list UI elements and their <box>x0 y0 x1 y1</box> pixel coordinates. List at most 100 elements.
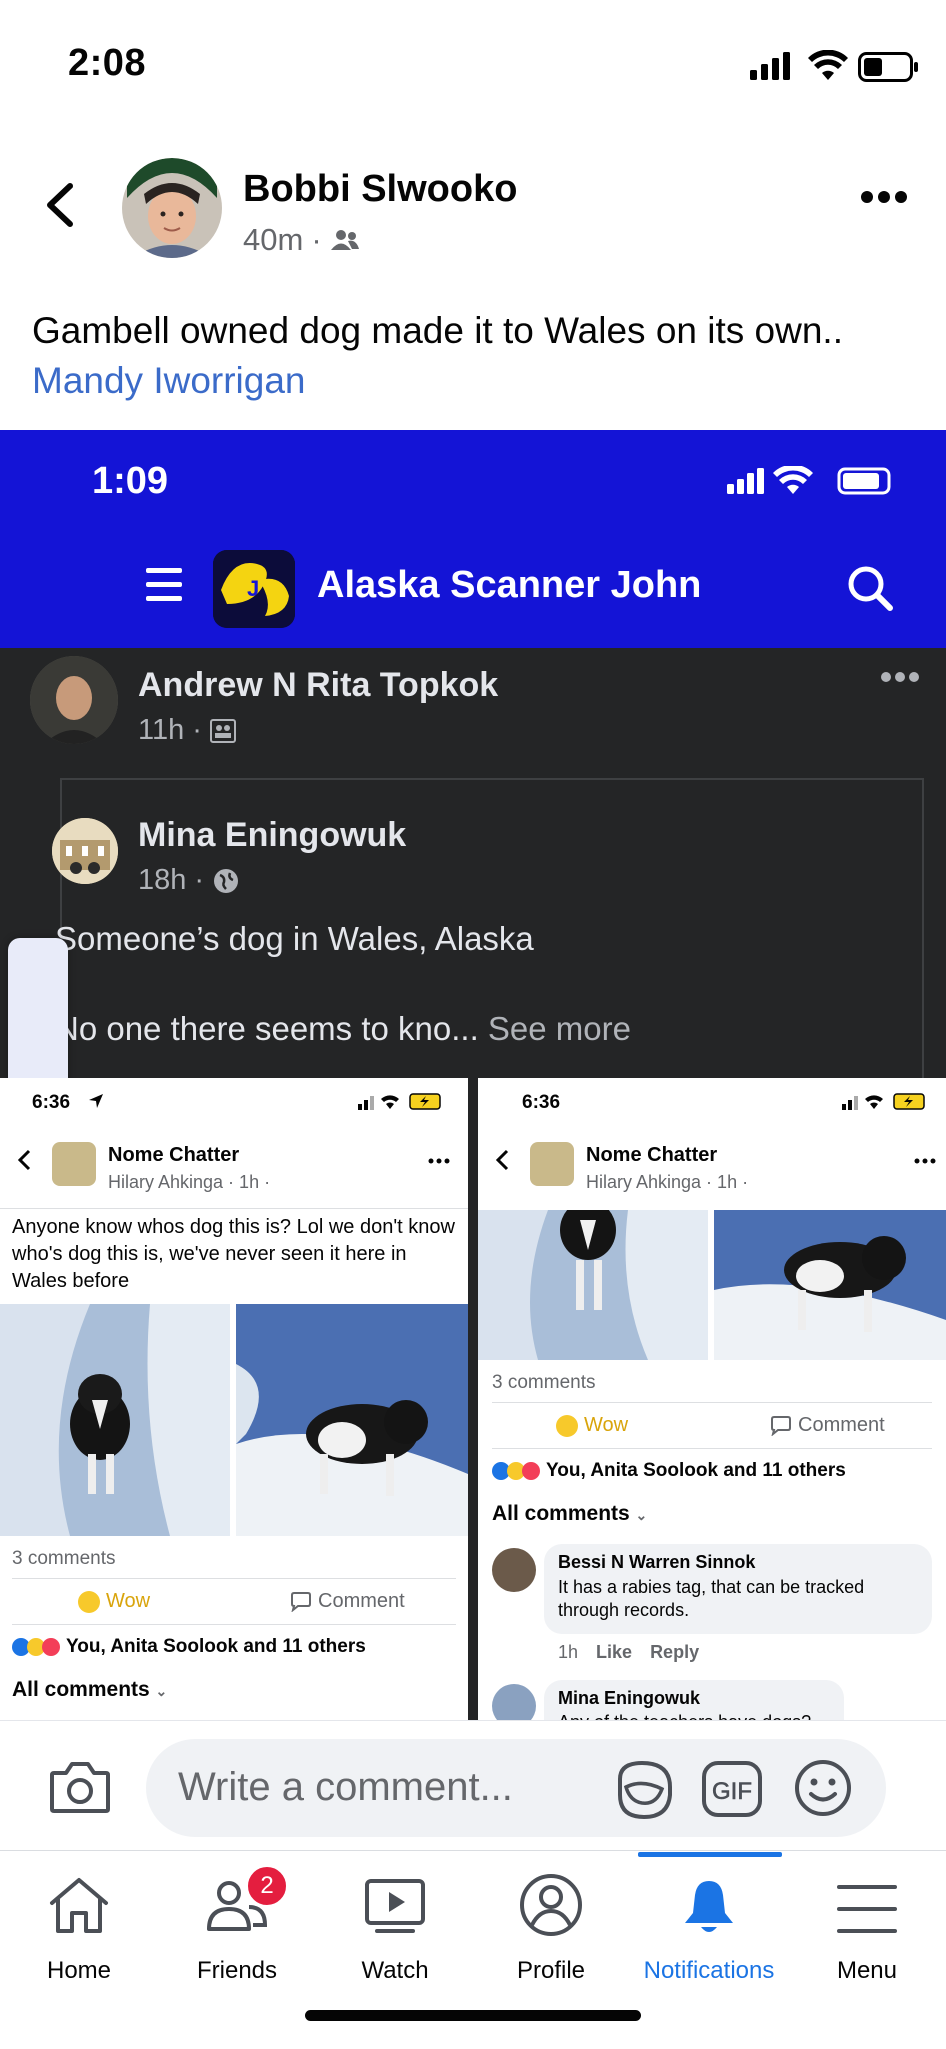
group-logo: J <box>213 550 295 628</box>
meta-separator: · <box>194 864 205 896</box>
wow-label: Wow <box>584 1414 629 1436</box>
camera-button[interactable] <box>48 1759 112 1820</box>
back-button[interactable] <box>40 180 80 230</box>
left-back-icon <box>17 1149 31 1171</box>
tab-friends[interactable]: 2 Friends <box>158 1851 316 2001</box>
left-status-icons <box>358 1093 441 1110</box>
more-options-button[interactable] <box>860 190 908 210</box>
comment-input[interactable]: Write a comment... GIF <box>146 1739 886 1837</box>
original-author-avatar <box>52 818 118 884</box>
commenter-name-2: Mina Eningowuk <box>558 1688 700 1708</box>
poster-avatar[interactable] <box>122 158 222 258</box>
commenter-avatar-2 <box>492 1684 536 1720</box>
status-time: 2:08 <box>68 42 147 84</box>
gif-button[interactable]: GIF <box>702 1761 762 1822</box>
see-more-link: See more <box>487 1010 631 1047</box>
comment-bubble-icon <box>771 1415 791 1436</box>
tab-label: Home <box>46 1957 112 1984</box>
left-reactions-row: You, Anita Soolook and 11 others <box>12 1636 366 1658</box>
comment-placeholder: Write a comment... <box>178 1765 513 1809</box>
smiley-icon <box>795 1760 851 1816</box>
sharer-meta: 11h · <box>138 714 236 747</box>
post-time[interactable]: 40m <box>243 222 303 258</box>
right-status-time: 6:36 <box>522 1092 561 1113</box>
tagged-user-link[interactable]: Mandy Iworrigan <box>32 356 922 406</box>
sharer-avatar <box>30 656 118 744</box>
left-comment-button: Comment <box>290 1590 405 1613</box>
right-reactions-row: You, Anita Soolook and 11 others <box>492 1460 846 1482</box>
comment-composer: Write a comment... GIF <box>0 1720 946 1851</box>
tab-notifications[interactable]: Notifications <box>630 1851 788 2001</box>
dog-photo-2 <box>236 1304 468 1536</box>
divider <box>492 1402 932 1403</box>
comment-like: Like <box>596 1642 633 1662</box>
friends-audience-icon <box>330 230 359 250</box>
friends-badge: 2 <box>246 1865 288 1907</box>
tab-menu[interactable]: Menu <box>788 1851 946 2001</box>
reactions-summary: You, Anita Soolook and 11 others <box>66 1636 366 1657</box>
tab-watch[interactable]: Watch <box>316 1851 474 2001</box>
truncated-text: No one there seems to kno... <box>55 1010 479 1047</box>
comment-reply: Reply <box>650 1642 700 1662</box>
tab-home[interactable]: Home <box>0 1851 158 2001</box>
original-post-line2: No one there seems to kno... See more <box>55 1010 631 1048</box>
left-post-text: Anyone know whos dog this is? Lol we don… <box>12 1216 455 1292</box>
caption-text: Gambell owned dog made it to Wales on it… <box>32 310 843 351</box>
home-indicator[interactable] <box>305 2010 641 2021</box>
original-meta: 18h · <box>138 864 240 897</box>
post-caption: Gambell owned dog made it to Wales on it… <box>32 306 922 406</box>
poster-name[interactable]: Bobbi Slwooko <box>243 168 517 211</box>
all-comments-label: All comments <box>492 1502 630 1525</box>
right-wow-button: Wow <box>556 1414 628 1437</box>
svg-text:J: J <box>247 576 259 601</box>
left-wow-button: Wow <box>78 1590 150 1613</box>
original-time: 18h <box>138 864 187 896</box>
chevron-left-icon <box>47 183 73 227</box>
meta-separator: · <box>192 714 202 746</box>
tab-label: Profile <box>516 1957 586 1984</box>
reaction-icons <box>492 1462 540 1480</box>
comment-actions-1: 1h Like Reply <box>558 1642 699 1663</box>
divider <box>12 1578 456 1579</box>
search-icon <box>846 564 894 617</box>
all-comments-label: All comments <box>12 1678 150 1701</box>
divider <box>0 1208 468 1209</box>
menu-icon <box>837 1885 897 1933</box>
meta-separator: · <box>311 222 322 257</box>
right-group-name: Nome Chatter <box>586 1144 718 1166</box>
camera-icon <box>50 1762 110 1813</box>
group-title: Alaska Scanner John <box>317 564 702 606</box>
shared-screenshot-image[interactable]: 1:09 J Alaska Scanner John Andrew N Rita… <box>0 430 946 1720</box>
location-arrow-icon <box>89 1094 103 1108</box>
watch-icon <box>365 1879 425 1933</box>
comment-text-1: It has a rabies tag, that can be tracked… <box>558 1577 865 1620</box>
comment-bubble-1: Bessi N Warren Sinnok It has a rabies ta… <box>544 1544 932 1634</box>
globe-icon <box>214 868 239 893</box>
tab-profile[interactable]: Profile <box>472 1851 630 2001</box>
left-all-comments: All comments ⌄ <box>12 1678 167 1702</box>
comment-label: Comment <box>318 1590 405 1612</box>
left-group-name: Nome Chatter <box>108 1144 240 1166</box>
sticker-button[interactable] <box>612 1759 676 1826</box>
tab-label: Watch <box>361 1957 429 1984</box>
comment-label: Comment <box>798 1414 885 1436</box>
sticker-icon <box>618 1760 672 1820</box>
sharer-name: Andrew N Rita Topkok <box>138 666 499 704</box>
signal-icon <box>750 52 794 85</box>
sharer-time: 11h <box>138 714 185 746</box>
right-comments-count: 3 comments <box>492 1372 596 1393</box>
left-group-avatar <box>52 1142 96 1186</box>
right-status-icons <box>842 1093 925 1110</box>
bell-icon <box>685 1881 733 1932</box>
inner-more-icon <box>880 670 920 688</box>
dog-photo-1 <box>0 1304 230 1536</box>
inner-status-icons <box>725 464 895 501</box>
inner-app-header: 1:09 J Alaska Scanner John <box>0 430 946 648</box>
tab-label: Notifications <box>643 1957 775 1984</box>
left-comments-count: 3 comments <box>12 1548 116 1569</box>
divider <box>492 1448 932 1449</box>
comment-bubble-icon <box>291 1591 311 1612</box>
emoji-button[interactable] <box>794 1759 852 1822</box>
right-phone-screenshot: 6:36 Nome Chatter Hilary Ahkinga · 1h · … <box>478 1078 946 1720</box>
wow-emoji-icon <box>556 1414 578 1437</box>
